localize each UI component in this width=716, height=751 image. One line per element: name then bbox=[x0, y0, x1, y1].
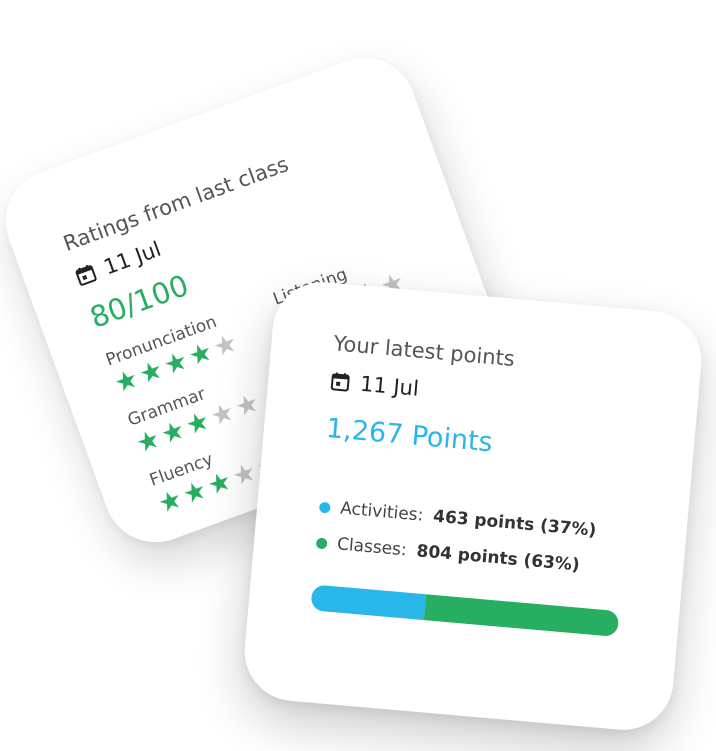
legend-activities: Activities: 463 points (37%) bbox=[318, 497, 597, 541]
legend-value: 463 points (37%) bbox=[432, 506, 598, 541]
points-date: 11 Jul bbox=[329, 369, 420, 401]
calendar-icon bbox=[75, 264, 97, 286]
legend-label: Classes: bbox=[336, 534, 408, 561]
points-total: 1,267 Points bbox=[324, 412, 494, 459]
classes-segment bbox=[423, 594, 620, 638]
ratings-date-text: 11 Jul bbox=[100, 236, 165, 280]
legend-value: 804 points (63%) bbox=[415, 541, 581, 576]
points-progress-bar bbox=[310, 584, 620, 638]
points-card: Your latest points 11 Jul 1,267 Points A… bbox=[240, 278, 706, 734]
points-date-text: 11 Jul bbox=[359, 371, 420, 401]
calendar-icon bbox=[330, 372, 350, 392]
classes-dot bbox=[315, 536, 328, 549]
activities-dot bbox=[318, 501, 331, 514]
ratings-title: Ratings from last class bbox=[60, 152, 292, 256]
activities-segment bbox=[310, 584, 427, 621]
legend-classes: Classes: 804 points (63%) bbox=[315, 533, 581, 576]
points-title: Your latest points bbox=[332, 331, 516, 372]
legend-label: Activities: bbox=[339, 498, 425, 526]
